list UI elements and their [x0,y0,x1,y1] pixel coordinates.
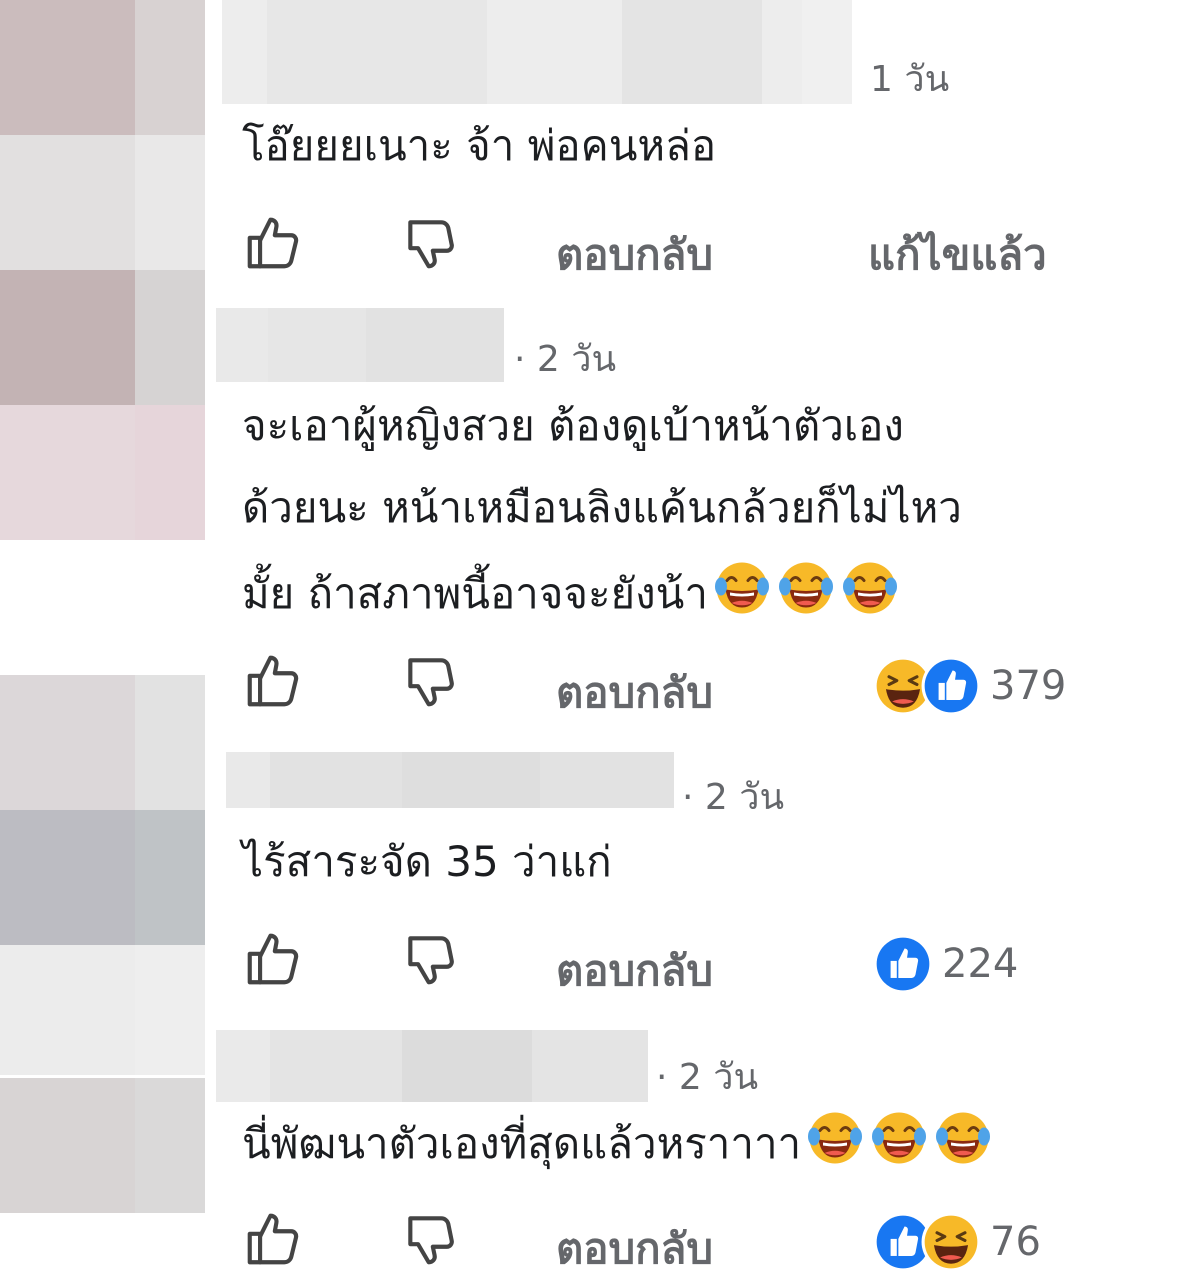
comment-timestamp[interactable]: · 2 วัน [656,1048,758,1105]
face-with-tears-of-joy-icon [869,1108,929,1168]
dislike-thumb-down-icon[interactable] [400,928,462,990]
reply-button[interactable]: ตอบกลับ [556,660,713,726]
reaction-summary[interactable]: 379 [872,652,1066,720]
reaction-summary[interactable]: 76 [872,1208,1041,1276]
comment-timestamp[interactable]: · 2 วัน [514,330,616,387]
comment-text-line: นี่พัฒนาตัวเองที่สุดแล้วหราาาา [242,1108,993,1178]
reaction-count: 76 [990,1219,1041,1265]
comment-text-line: มั้ย ถ้าสภาพนี้อาจจะยังน้า [242,558,900,628]
face-with-tears-of-joy-icon [776,558,836,618]
emoji-group [801,1112,993,1168]
comment-timestamp[interactable]: · 2 วัน [682,768,784,825]
reply-button[interactable]: ตอบกลับ [556,938,713,1004]
comment-text: โอ๊ยยยเนาะ จ้า พ่อคนหล่อ [242,121,717,170]
dislike-thumb-down-icon[interactable] [400,212,462,274]
blurred-author-name[interactable] [216,308,504,382]
emoji-group [708,562,900,618]
face-with-tears-of-joy-icon [933,1108,993,1168]
face-with-tears-of-joy-icon [840,558,900,618]
like-reaction-icon [920,655,982,717]
like-thumb-up-icon[interactable] [242,212,304,274]
comment-timestamp[interactable]: 1 วัน [870,50,949,107]
blurred-author-name[interactable] [216,1030,648,1102]
comment-text-line: ด้วยนะ หน้าเหมือนลิงแค้นกล้วยก็ไม่ไหว [242,483,962,532]
dislike-thumb-down-icon[interactable] [400,650,462,712]
dislike-thumb-down-icon[interactable] [400,1208,462,1270]
edited-label[interactable]: แก้ไขแล้ว [868,222,1047,288]
comment-text-line: จะเอาผู้หญิงสวย ต้องดูเบ้าหน้าตัวเอง [242,401,904,450]
haha-reaction-icon [920,1211,982,1273]
reply-button[interactable]: ตอบกลับ [556,222,713,288]
blurred-author-name[interactable] [226,752,674,808]
comment-text-segment: มั้ย ถ้าสภาพนี้อาจจะยังน้า [242,569,708,618]
face-with-tears-of-joy-icon [805,1108,865,1168]
reply-button[interactable]: ตอบกลับ [556,1216,713,1282]
reaction-summary[interactable]: 224 [872,930,1018,998]
like-reaction-icon [872,933,934,995]
reaction-count: 224 [942,941,1019,987]
comment-text: ไร้สาระจัด 35 ว่าแก่ [242,837,612,886]
like-thumb-up-icon[interactable] [242,928,304,990]
blurred-author-name[interactable] [222,0,852,104]
like-thumb-up-icon[interactable] [242,650,304,712]
reaction-count: 379 [990,663,1067,709]
like-thumb-up-icon[interactable] [242,1208,304,1270]
comment-text-segment: นี่พัฒนาตัวเองที่สุดแล้วหราาาา [242,1119,802,1168]
face-with-tears-of-joy-icon [712,558,772,618]
